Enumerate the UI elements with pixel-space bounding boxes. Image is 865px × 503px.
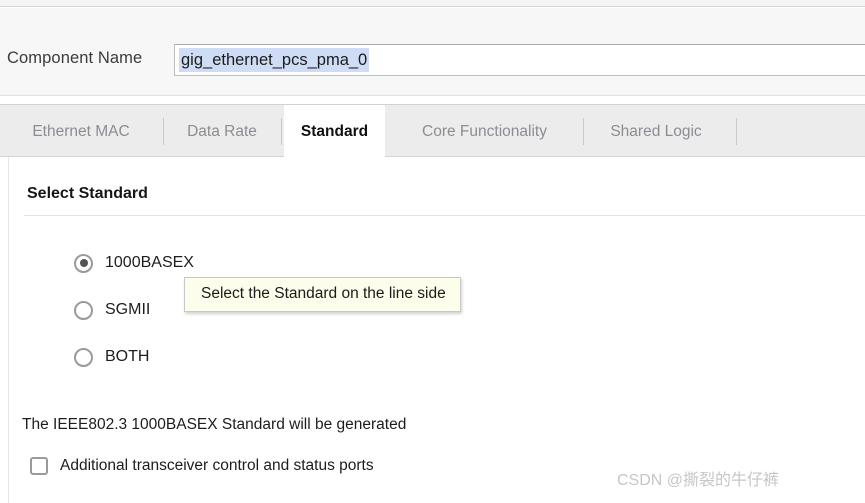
tab-shared-logic[interactable]: Shared Logic <box>591 105 721 158</box>
radio-option-1000basex[interactable]: 1000BASEX <box>74 251 194 275</box>
window-top-strip <box>0 0 865 7</box>
csdn-watermark: CSDN @撕裂的牛仔裤 <box>617 472 780 489</box>
panel-left-border <box>8 157 9 503</box>
tab-label: Data Rate <box>187 122 257 140</box>
checkbox-indicator[interactable] <box>30 457 48 475</box>
standard-tab-panel: Select Standard 1000BASEX SGMII BOTH <box>0 157 865 503</box>
radio-label: SGMII <box>105 301 151 318</box>
ip-configuration-dialog: Component Name gig_ethernet_pcs_pma_0 Et… <box>0 0 865 503</box>
component-name-value[interactable]: gig_ethernet_pcs_pma_0 <box>179 48 370 72</box>
generated-standard-status: The IEEE802.3 1000BASEX Standard will be… <box>22 416 407 433</box>
section-divider <box>24 215 865 216</box>
tab-bar: Ethernet MAC Data Rate Standard Core Fun… <box>0 104 865 158</box>
section-heading: Select Standard <box>27 185 148 202</box>
checkbox-label: Additional transceiver control and statu… <box>60 457 374 474</box>
tab-label: Standard <box>300 122 369 140</box>
tab-label: Shared Logic <box>610 122 702 140</box>
radio-option-sgmii[interactable]: SGMII <box>74 298 150 322</box>
tab-separator <box>281 118 282 145</box>
checkbox-additional-transceiver-ports[interactable]: Additional transceiver control and statu… <box>30 457 374 475</box>
tooltip-popup: Select the Standard on the line side <box>184 277 461 312</box>
radio-indicator-selected[interactable] <box>74 253 93 273</box>
tab-standard[interactable]: Standard <box>284 105 385 158</box>
component-name-label: Component Name <box>7 49 143 67</box>
component-name-row: Component Name gig_ethernet_pcs_pma_0 <box>0 8 865 96</box>
tab-label: Ethernet MAC <box>32 122 130 140</box>
tab-ethernet-mac[interactable]: Ethernet MAC <box>7 105 155 158</box>
radio-indicator[interactable] <box>74 300 93 320</box>
tab-separator <box>163 118 164 145</box>
radio-option-both[interactable]: BOTH <box>74 345 149 369</box>
tab-label: Core Functionality <box>422 122 547 140</box>
tab-data-rate[interactable]: Data Rate <box>171 105 273 158</box>
radio-indicator[interactable] <box>74 347 93 367</box>
tab-core-functionality[interactable]: Core Functionality <box>396 105 573 158</box>
tooltip-text: Select the Standard on the line side <box>201 285 446 302</box>
component-name-input[interactable]: gig_ethernet_pcs_pma_0 <box>174 44 865 76</box>
tab-separator <box>736 118 737 145</box>
tab-separator <box>583 118 584 145</box>
radio-label: 1000BASEX <box>105 254 194 271</box>
radio-label: BOTH <box>105 348 150 365</box>
